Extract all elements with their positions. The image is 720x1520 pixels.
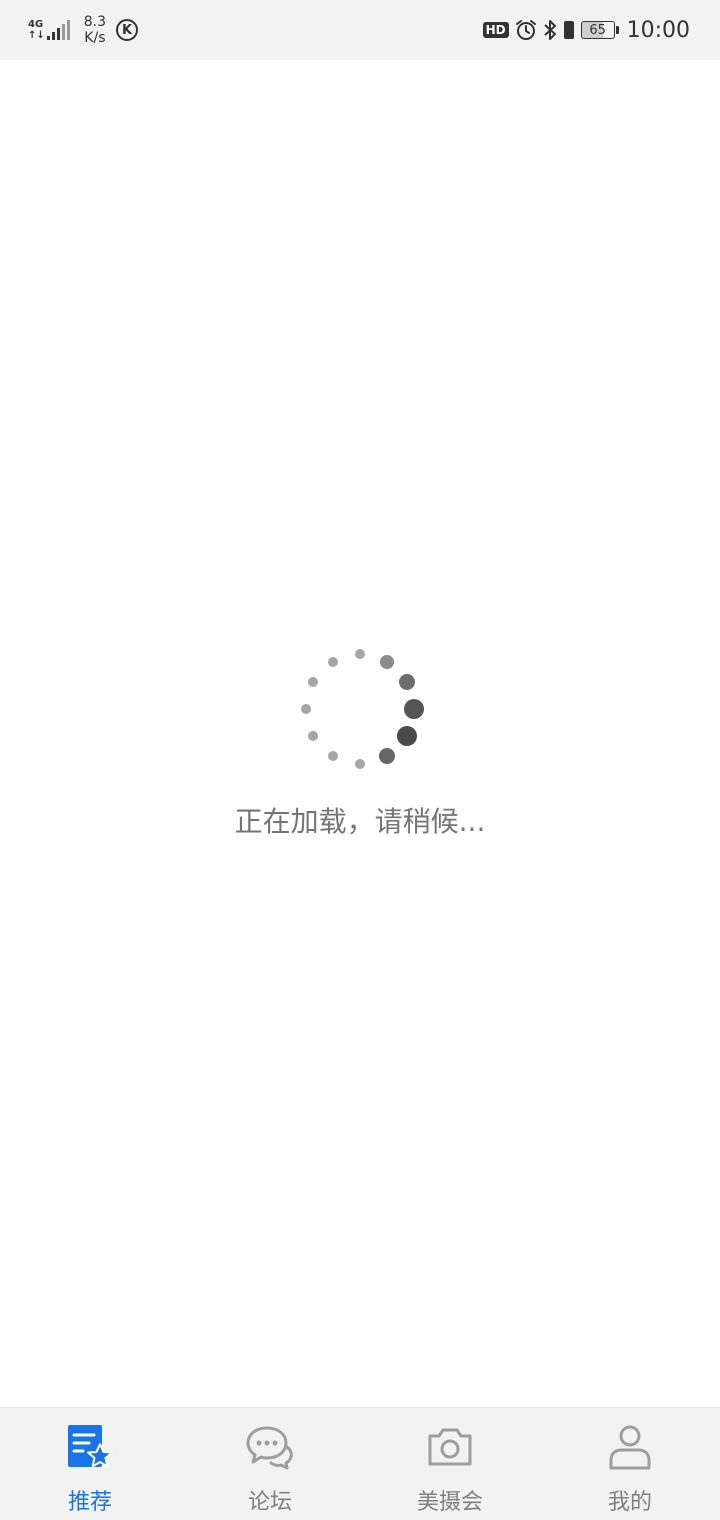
spinner-dot bbox=[404, 699, 424, 719]
alarm-icon bbox=[515, 19, 537, 41]
spinner-dot bbox=[328, 657, 338, 667]
bluetooth-icon bbox=[543, 19, 557, 41]
spinner-dot bbox=[399, 674, 415, 690]
recommend-star-icon bbox=[68, 1425, 113, 1468]
network-activity-arrows: ↑↓ bbox=[28, 30, 45, 41]
person-icon bbox=[609, 1425, 651, 1470]
k-app-letter: K bbox=[121, 22, 133, 38]
tab-recommend-label: 推荐 bbox=[67, 1490, 112, 1515]
spinner-dot bbox=[301, 704, 311, 714]
vibrate-icon bbox=[563, 19, 575, 41]
network-speed: 8.3 K/s bbox=[84, 14, 106, 46]
network-type: 4G ↑↓ bbox=[28, 19, 45, 41]
network-type-label: 4G bbox=[28, 19, 44, 30]
k-app-icon: K bbox=[116, 19, 139, 41]
battery-icon: 65 bbox=[580, 21, 619, 39]
status-bar-right: HD 65 10:00 bbox=[482, 0, 690, 60]
camera-icon bbox=[428, 1428, 472, 1466]
bottom-tab-bar: 推荐 论坛 美摄会 我的 bbox=[0, 1407, 720, 1520]
spinner-dot bbox=[308, 677, 318, 687]
tab-recommend[interactable]: 推荐 bbox=[0, 1408, 180, 1520]
chat-bubbles-icon bbox=[246, 1426, 293, 1470]
status-bar-left: 4G ↑↓ 8.3 K/s K bbox=[28, 0, 139, 60]
spinner-dot bbox=[355, 759, 365, 769]
hd-badge: HD bbox=[482, 22, 509, 38]
tab-forum[interactable]: 论坛 bbox=[180, 1408, 360, 1520]
signal-icon bbox=[46, 20, 72, 40]
spinner-dot bbox=[355, 649, 365, 659]
network-speed-value: 8.3 bbox=[83, 14, 107, 30]
network-speed-unit: K/s bbox=[84, 30, 106, 46]
tab-photo-club-label: 美摄会 bbox=[416, 1490, 483, 1515]
tab-me[interactable]: 我的 bbox=[540, 1408, 720, 1520]
tab-me-label: 我的 bbox=[607, 1490, 652, 1515]
spinner-dot bbox=[379, 748, 395, 764]
spinner-dot bbox=[308, 731, 318, 741]
loading-spinner bbox=[301, 649, 424, 769]
spinner-dot bbox=[397, 726, 417, 746]
loading-message: 正在加载，请稍候... bbox=[234, 805, 486, 838]
clock: 10:00 bbox=[626, 17, 690, 43]
status-bar: 4G ↑↓ 8.3 K/s K HD 65 10:00 bbox=[0, 0, 720, 60]
tab-photo-club[interactable]: 美摄会 bbox=[360, 1408, 540, 1520]
spinner-dot bbox=[328, 751, 338, 761]
spinner-dot bbox=[380, 655, 394, 669]
tab-forum-label: 论坛 bbox=[247, 1490, 292, 1515]
battery-level: 65 bbox=[580, 21, 615, 39]
